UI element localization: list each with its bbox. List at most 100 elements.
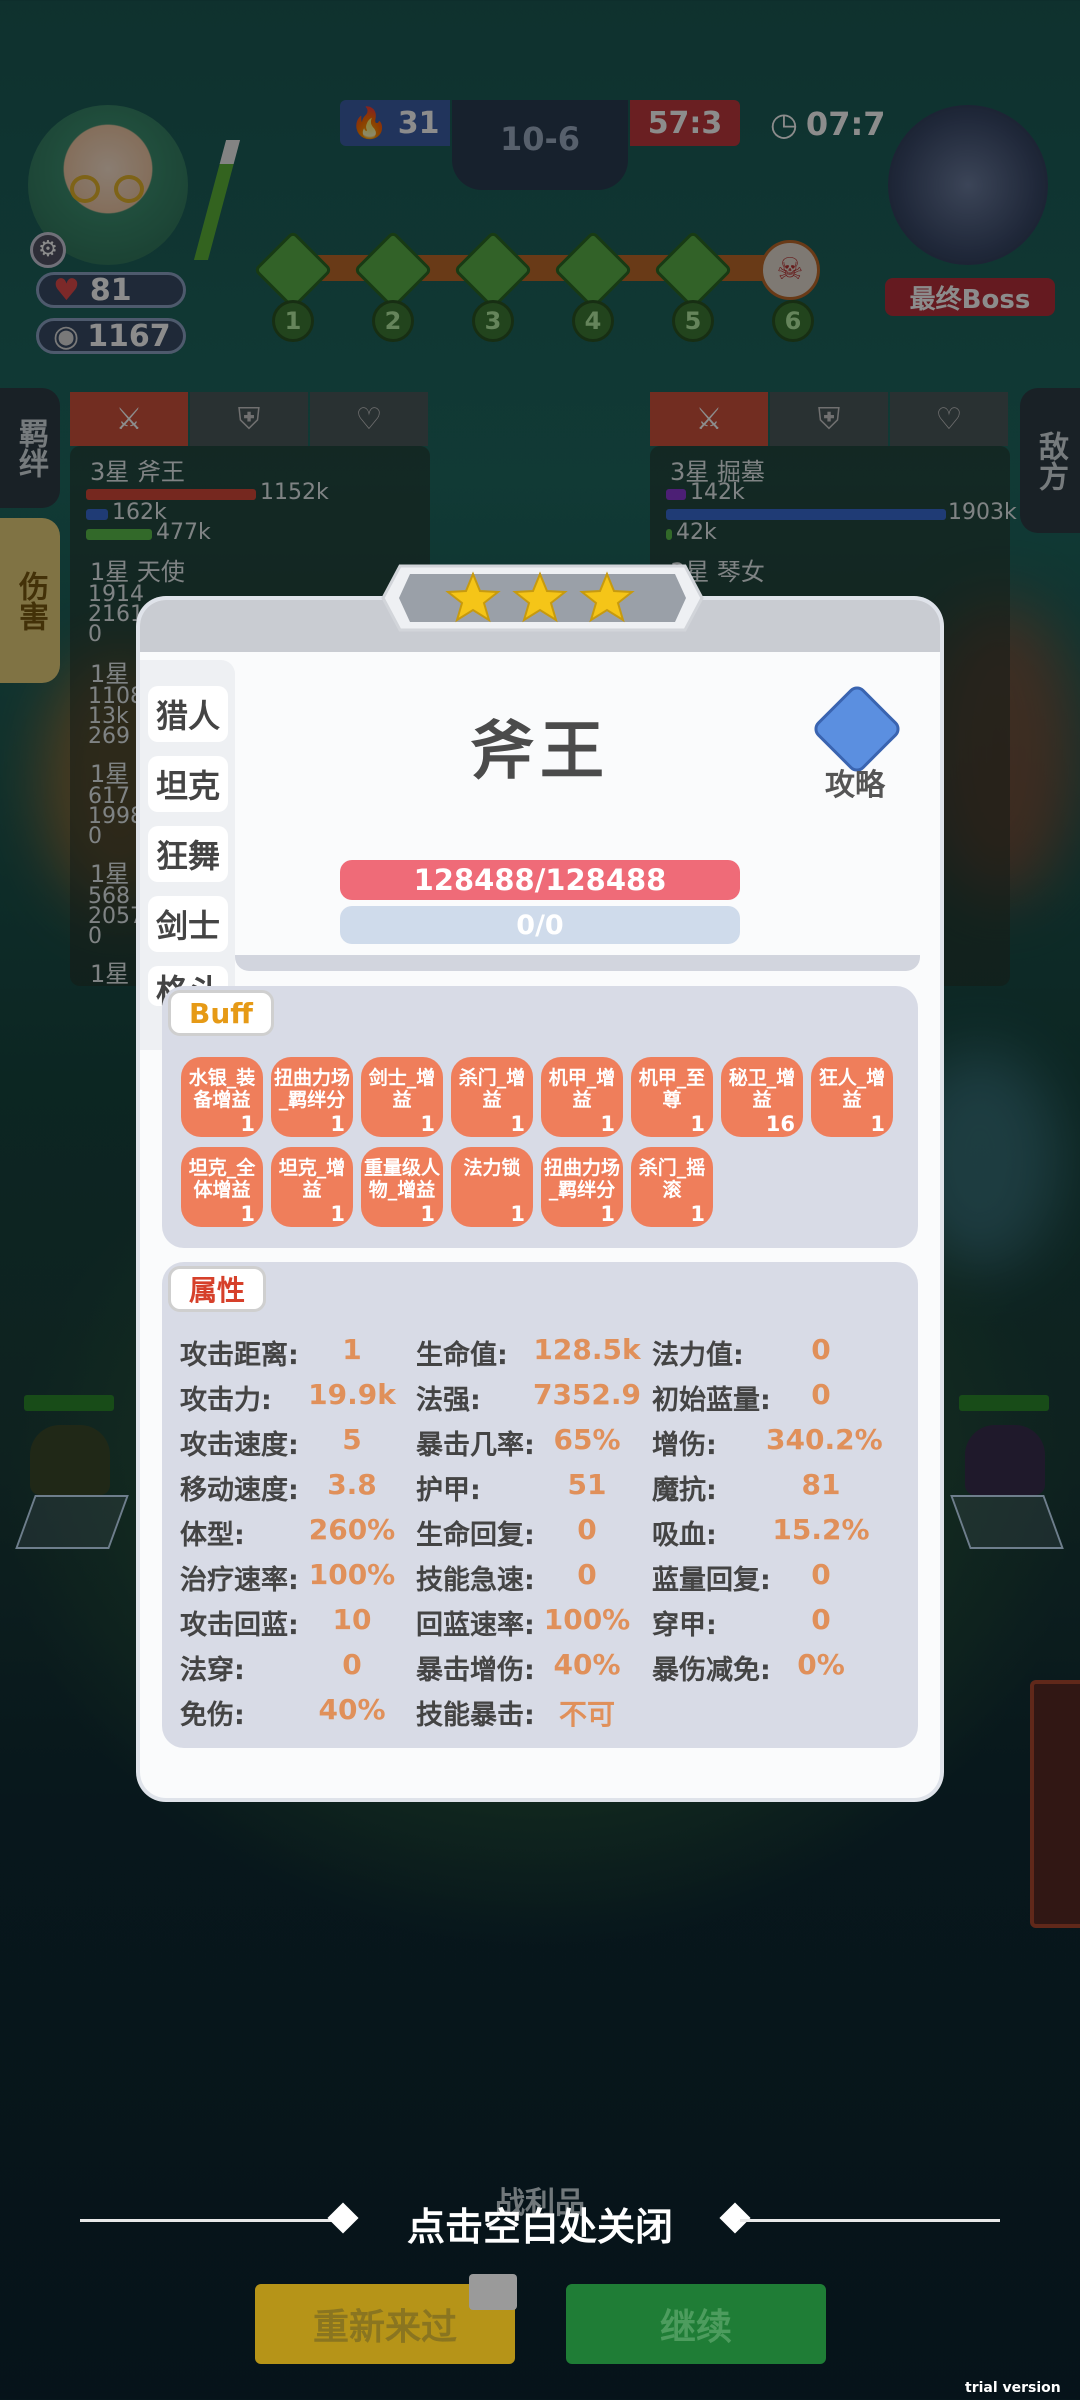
attr-key: 魔抗: (652, 1475, 717, 1506)
attr-key: 穿甲: (652, 1610, 717, 1641)
attr-value: 0 (577, 1558, 597, 1591)
attr-key: 免伤: (180, 1700, 245, 1731)
attr-key: 回蓝速率: (416, 1610, 535, 1641)
buff-count: 1 (240, 1202, 255, 1226)
continue-button[interactable]: 继续 (566, 2284, 826, 2364)
attr-key: 暴伤减免: (652, 1655, 771, 1686)
buff-name: 机甲_增益 (548, 1067, 616, 1111)
buff-count: 1 (600, 1112, 615, 1136)
buff-badge[interactable]: 扭曲力场_羁绊分 1 (541, 1147, 623, 1227)
attr-key: 攻击速度: (180, 1430, 299, 1461)
buff-badge[interactable]: 坦克_增益 1 (271, 1147, 353, 1227)
buff-badge[interactable]: 机甲_增益 1 (541, 1057, 623, 1137)
buff-count: 1 (420, 1112, 435, 1136)
attr-value: 0 (811, 1603, 831, 1636)
buff-badge[interactable]: 扭曲力场_羁绊分 1 (271, 1057, 353, 1137)
attr-value: 19.9k (308, 1378, 396, 1411)
buff-badge[interactable]: 剑士_增益 1 (361, 1057, 443, 1137)
retry-button[interactable]: 重新来过 (255, 2274, 517, 2364)
attr-value: 0 (342, 1648, 362, 1681)
buff-badge[interactable]: 坦克_全体增益 1 (181, 1147, 263, 1227)
buff-name: 杀门_摇滚 (638, 1157, 706, 1201)
attr-key: 增伤: (652, 1430, 717, 1461)
attr-key: 攻击距离: (180, 1340, 299, 1371)
buff-badge[interactable]: 杀门_摇滚 1 (631, 1147, 713, 1227)
attr-key: 暴击增伤: (416, 1655, 535, 1686)
buff-name: 杀门_增益 (458, 1067, 526, 1111)
buff-name: 坦克_全体增益 (188, 1157, 256, 1201)
attr-key: 生命回复: (416, 1520, 535, 1551)
buff-name: 机甲_至尊 (638, 1067, 706, 1111)
buff-name: 狂人_增益 (818, 1067, 886, 1111)
attr-value: 15.2% (772, 1513, 870, 1546)
attr-key: 技能急速: (416, 1565, 535, 1596)
buff-badge[interactable]: 秘卫_增益 16 (721, 1057, 803, 1137)
attr-value: 不可 (558, 1698, 615, 1731)
attr-value: 100% (308, 1558, 396, 1591)
buff-count: 1 (870, 1112, 885, 1136)
buff-badge[interactable]: 法力锁 1 (451, 1147, 533, 1227)
attribute-section-title: 属性 (168, 1266, 267, 1312)
attr-value: 340.2% (766, 1423, 883, 1456)
attr-value: 40% (318, 1693, 386, 1726)
attr-value: 0% (797, 1648, 845, 1681)
class-tab-hunter[interactable]: 猎人 (148, 686, 228, 742)
close-hint-line-right (740, 2219, 1000, 2222)
buff-name: 重量级人物_增益 (363, 1157, 440, 1201)
attr-value: 100% (543, 1603, 631, 1636)
buff-badge[interactable]: 重量级人物_增益 1 (361, 1147, 443, 1227)
attr-key: 生命值: (416, 1340, 508, 1371)
attr-key: 体型: (180, 1520, 245, 1551)
attr-value: 1 (342, 1333, 362, 1366)
video-icon (469, 2274, 517, 2310)
close-hint: 点击空白处关闭 (406, 2205, 673, 2249)
buff-name: 扭曲力场_羁绊分 (273, 1067, 350, 1111)
buff-name: 扭曲力场_羁绊分 (543, 1157, 620, 1201)
attr-value: 260% (308, 1513, 396, 1546)
attr-value: 0 (811, 1558, 831, 1591)
buff-badge[interactable]: 杀门_增益 1 (451, 1057, 533, 1137)
class-tab-swordsman[interactable]: 剑士 (148, 896, 228, 952)
buff-name: 水银_装备增益 (188, 1067, 256, 1111)
buff-badge[interactable]: 狂人_增益 1 (811, 1057, 893, 1137)
attr-key: 吸血: (652, 1520, 717, 1551)
buff-name: 法力锁 (463, 1157, 521, 1179)
attr-key: 技能暴击: (416, 1700, 535, 1731)
attr-value: 0 (577, 1513, 597, 1546)
attr-value: 0 (811, 1378, 831, 1411)
attr-key: 蓝量回复: (652, 1565, 771, 1596)
buff-count: 1 (690, 1112, 705, 1136)
attr-key: 暴击几率: (416, 1430, 535, 1461)
attr-value: 3.8 (327, 1468, 377, 1501)
attr-key: 初始蓝量: (652, 1385, 771, 1416)
buff-badge[interactable]: 机甲_至尊 1 (631, 1057, 713, 1137)
attr-value: 5 (342, 1423, 362, 1456)
class-tab-tank[interactable]: 坦克 (148, 756, 228, 812)
buff-count: 1 (690, 1202, 705, 1226)
hp-bar: 128488/128488 (340, 860, 740, 900)
buff-count: 1 (510, 1112, 525, 1136)
attr-key: 法强: (416, 1385, 481, 1416)
buff-badge[interactable]: 水银_装备增益 1 (181, 1057, 263, 1137)
attr-key: 护甲: (416, 1475, 481, 1506)
attr-key: 攻击回蓝: (180, 1610, 299, 1641)
attr-value: 40% (553, 1648, 621, 1681)
buff-count: 1 (330, 1202, 345, 1226)
buff-count: 16 (765, 1112, 795, 1136)
guide-button[interactable]: 攻略 (800, 682, 910, 803)
retry-label: 重新来过 (312, 2307, 457, 2348)
buff-count: 1 (240, 1112, 255, 1136)
watermark: trial version (965, 2380, 1061, 2396)
attr-key: 法力值: (652, 1340, 744, 1371)
mp-bar: 0/0 (340, 906, 740, 944)
star-rating (381, 564, 704, 632)
buff-count: 1 (420, 1202, 435, 1226)
class-tab-frenzy[interactable]: 狂舞 (148, 826, 228, 882)
attr-value: 128.5k (533, 1333, 641, 1366)
attr-value: 81 (801, 1468, 841, 1501)
buff-name: 剑士_增益 (368, 1067, 436, 1111)
attr-value: 7352.9 (532, 1378, 642, 1411)
buff-count: 1 (510, 1202, 525, 1226)
attr-value: 65% (553, 1423, 621, 1456)
buff-count: 1 (330, 1112, 345, 1136)
